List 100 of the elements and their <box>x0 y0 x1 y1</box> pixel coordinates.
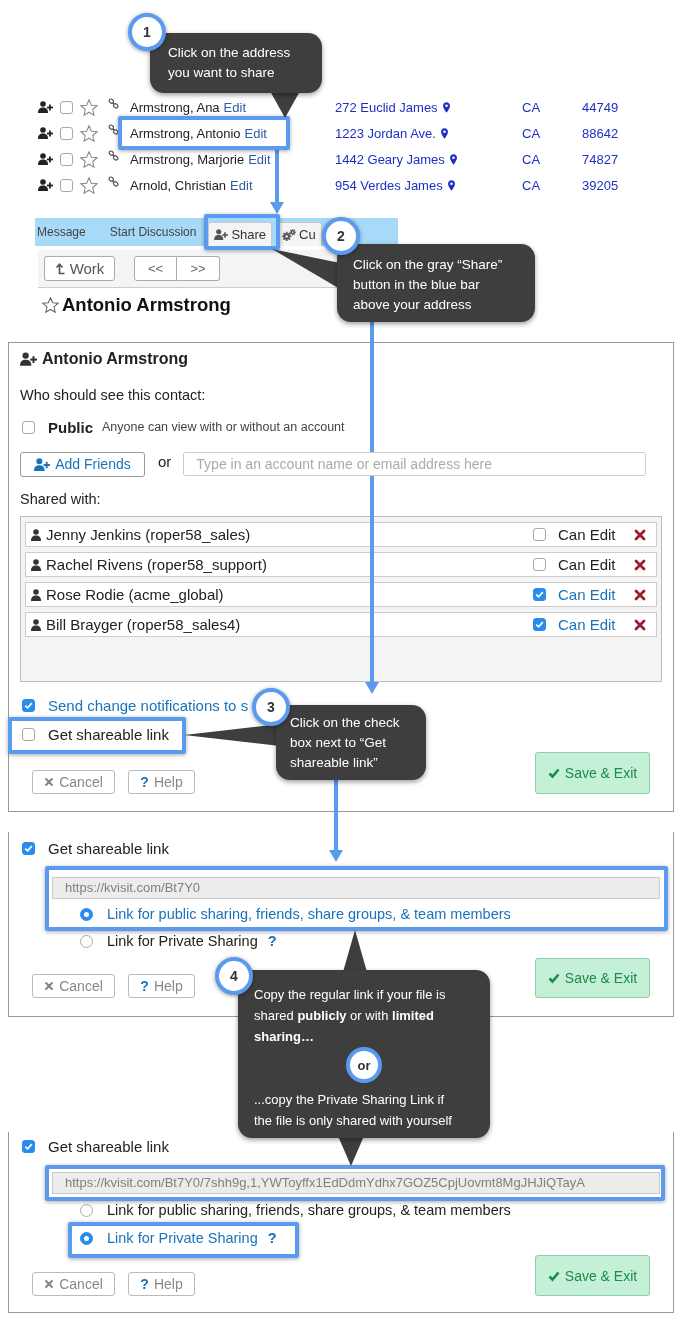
shared-user-name: Rachel Rivens (roper58_support) <box>46 556 268 573</box>
add-user-icon <box>34 457 51 471</box>
account-input[interactable]: Type in an account name or email address here <box>183 452 647 476</box>
save-exit-button[interactable]: Save & Exit <box>535 958 650 998</box>
star-icon[interactable] <box>80 98 98 116</box>
help-button[interactable]: ? Help <box>128 974 195 998</box>
link-option-label[interactable]: Link for Private Sharing <box>107 1230 258 1246</box>
address-link[interactable]: 272 Euclid James <box>335 99 438 115</box>
cross-icon[interactable] <box>634 588 646 601</box>
cancel-button[interactable]: Cancel <box>32 770 115 794</box>
edit-link[interactable]: Edit <box>244 125 267 141</box>
person-icon <box>31 618 41 631</box>
next-button[interactable]: >> <box>177 256 220 281</box>
save-exit-button[interactable]: Save & Exit <box>535 1255 650 1296</box>
checkbox[interactable] <box>60 152 73 166</box>
cross-icon[interactable] <box>634 618 646 631</box>
link-icon[interactable] <box>108 176 119 187</box>
checkbox[interactable] <box>22 698 35 712</box>
cross-icon[interactable] <box>634 558 646 571</box>
map-pin-icon[interactable] <box>442 101 450 113</box>
step-badge: 3 <box>252 688 290 726</box>
cross-icon <box>44 777 55 787</box>
checkbox[interactable] <box>533 528 546 541</box>
public-label: Public <box>48 418 93 436</box>
step-badge: 1 <box>128 13 166 51</box>
checkbox[interactable] <box>533 588 546 601</box>
map-pin-icon[interactable] <box>447 179 455 191</box>
checkbox[interactable] <box>60 178 73 192</box>
contact-name[interactable]: Arnold, Christian <box>130 177 227 193</box>
checkbox[interactable] <box>22 841 35 855</box>
help-link[interactable]: ? <box>267 933 277 949</box>
star-icon[interactable] <box>80 150 98 168</box>
previous-button[interactable]: << <box>134 256 177 281</box>
or-text: or <box>158 452 172 470</box>
checkbox[interactable] <box>533 558 546 571</box>
cancel-button[interactable]: Cancel <box>32 974 115 998</box>
callout-text: Copy the regular link if your file is shared publicly or with limited sharing… <box>254 986 447 1046</box>
edit-link[interactable]: Edit <box>223 99 246 115</box>
shared-user-name: Jenny Jenkins (roper58_sales) <box>46 526 252 543</box>
radio-button[interactable] <box>80 1203 93 1217</box>
checkbox[interactable] <box>533 618 546 631</box>
arrow <box>270 150 284 214</box>
link-option-label[interactable]: Link for public sharing, friends, share groups, & team members <box>107 1202 511 1218</box>
map-pin-icon[interactable] <box>440 127 448 139</box>
permission-label[interactable]: Can Edit <box>558 616 622 633</box>
add-contact-icon[interactable] <box>38 153 53 165</box>
link-icon[interactable] <box>108 150 119 161</box>
gears-icon <box>282 228 297 241</box>
contact-name[interactable]: Armstrong, Marjorie <box>130 151 245 167</box>
action-link[interactable]: Start Discussion <box>109 225 197 239</box>
checkbox[interactable] <box>22 420 35 434</box>
map-pin-icon[interactable] <box>449 153 457 165</box>
link-option-label[interactable]: Link for public sharing, friends, share groups, & team members <box>107 906 511 922</box>
link-icon[interactable] <box>108 98 119 109</box>
link-option-label[interactable]: Link for Private Sharing <box>107 933 258 949</box>
url-field[interactable]: https://kvisit.com/Bt7Y0 <box>52 877 660 899</box>
url-field[interactable]: https://kvisit.com/Bt7Y0/7shh9g,1,YWToyffx1EdDdmYdhx7GOZ5CpjUovmt8MgJHJiQTayA <box>52 1172 660 1194</box>
save-exit-button[interactable]: Save & Exit <box>535 752 650 794</box>
permission-label[interactable]: Can Edit <box>558 526 622 543</box>
callout-text: Click on the check box next to “Get shareable link” <box>290 714 401 772</box>
radio-button[interactable] <box>80 907 93 921</box>
state-text: CA <box>522 151 541 167</box>
checkbox[interactable] <box>22 1139 35 1153</box>
checkbox[interactable] <box>60 126 73 140</box>
add-contact-icon[interactable] <box>38 101 53 113</box>
edit-link[interactable]: Edit <box>230 177 253 193</box>
permission-label[interactable]: Can Edit <box>558 556 622 573</box>
contact-name[interactable]: Armstrong, Ana <box>130 99 220 115</box>
notify-label[interactable]: Send change notifications to s <box>48 696 249 714</box>
callout-text: ...copy the Private Sharing Link if the file is only shared with yourself <box>254 1091 453 1130</box>
radio-button[interactable] <box>80 1231 93 1245</box>
edit-link[interactable]: Edit <box>248 151 271 167</box>
add-contact-icon[interactable] <box>38 127 53 139</box>
add-contact-icon[interactable] <box>38 179 53 191</box>
checkbox[interactable] <box>60 100 73 114</box>
state-text: CA <box>522 99 541 115</box>
help-link[interactable]: ? <box>267 1230 277 1246</box>
action-link[interactable]: Message <box>37 225 86 239</box>
address-link[interactable]: 1223 Jordan Ave. <box>335 125 436 141</box>
cancel-button[interactable]: Cancel <box>32 1272 115 1296</box>
person-icon <box>31 588 41 601</box>
share-button[interactable]: Share <box>208 222 273 246</box>
star-icon[interactable] <box>80 176 98 194</box>
radio-button[interactable] <box>80 934 93 948</box>
permission-label[interactable]: Can Edit <box>558 586 622 603</box>
zip-text: 74827 <box>582 151 619 167</box>
contact-name[interactable]: Armstrong, Antonio <box>130 125 241 141</box>
address-link[interactable]: 1442 Geary James <box>335 151 445 167</box>
cross-icon <box>44 981 55 991</box>
star-icon[interactable] <box>42 297 59 313</box>
link-icon[interactable] <box>108 124 119 135</box>
help-button[interactable]: ? Help <box>128 1272 195 1296</box>
address-link[interactable]: 954 Verdes James <box>335 177 443 193</box>
help-button[interactable]: ? Help <box>128 770 195 794</box>
star-icon[interactable] <box>80 124 98 142</box>
cross-icon[interactable] <box>634 528 646 541</box>
add-friends-button[interactable]: Add Friends <box>20 451 145 477</box>
back-button[interactable]: Work <box>44 256 115 281</box>
checkbox[interactable] <box>22 727 35 741</box>
contact-title: Antonio Armstrong <box>62 294 231 316</box>
